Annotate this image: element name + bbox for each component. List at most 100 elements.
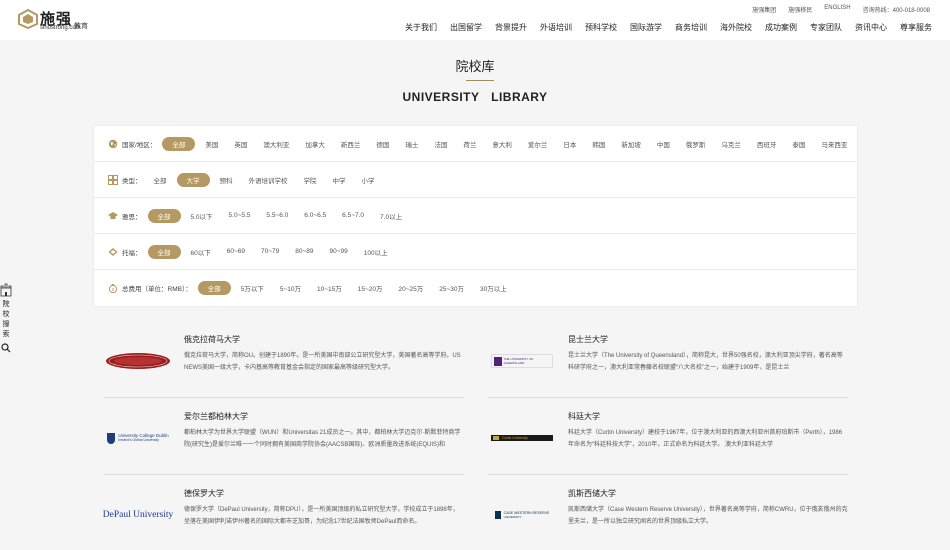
search-icon[interactable] [1,343,11,353]
main-nav: 关于我们 出国留学 背景提升 外语培训 预科学校 国际游学 商务培训 海外院校 … [392,22,932,33]
nav-item-language[interactable]: 外语培训 [540,22,572,33]
filter-option-type[interactable]: 外语培训学校 [243,173,294,187]
filter-option-cost[interactable]: 5~10万 [274,281,307,295]
filter-option-country[interactable]: 全部 [162,136,196,151]
filter-option-toefl[interactable]: 80~89 [289,246,319,257]
filter-option-ielts[interactable]: 5.5~6.0 [260,210,294,221]
filter-option-country[interactable]: 瑞士 [399,137,424,151]
nav-item-cases[interactable]: 成功案例 [765,22,797,33]
nav-item-study-tour[interactable]: 国际游学 [630,22,662,33]
university-name[interactable]: 凯斯西储大学 [568,488,616,499]
logo[interactable]: 施强 教育 sinostrong.com [18,8,88,31]
filter-option-type[interactable]: 中学 [327,173,352,187]
university-card-queensland[interactable]: THE UNIVERSITY OF QUEENSLAND 昆士兰大学 昆士兰大学… [488,334,848,398]
university-card-oklahoma[interactable]: 俄克拉荷马大学 俄克拉荷马大学，简称OU。创建于1890年。是一所美国中南部公立… [104,334,464,398]
university-card-ucd[interactable]: University College Dublin Ireland's Glob… [104,411,464,475]
university-card-curtin[interactable]: Curtin University 科廷大学 科廷大学（Curtin Unive… [488,411,848,475]
filter-options-type: 全部 大学 预科 外语培训学校 学院 中学 小学 [148,172,385,187]
side-search-widget[interactable]: 院校搜索 [0,283,12,353]
filter-option-ielts[interactable]: 5.0以下 [185,209,219,223]
filter-option-country[interactable]: 泰国 [786,137,811,151]
filter-option-country[interactable]: 日本 [557,137,582,151]
filter-option-country[interactable]: 法国 [428,137,453,151]
util-link-group[interactable]: 施强集团 [752,5,776,14]
university-name[interactable]: 俄克拉荷马大学 [184,334,240,345]
side-search-label[interactable]: 院校搜索 [2,300,10,340]
filter-option-country[interactable]: 爱尔兰 [522,137,554,151]
university-desc: 凯斯西储大学（Case Western Reserve University），… [568,507,848,525]
filter-option-toefl[interactable]: 70~79 [255,246,285,257]
filter-option-toefl[interactable]: 全部 [147,244,181,259]
university-name[interactable]: 科廷大学 [568,411,600,422]
filter-option-country[interactable]: 澳大利亚 [257,137,295,151]
nav-item-background[interactable]: 背景提升 [495,22,527,33]
logo-domain: sinostrong.com [40,25,81,31]
filter-option-cost[interactable]: 20~25万 [393,281,430,295]
university-desc: 科廷大学（Curtin University）建校于1967年，位于澳大利亚的西… [568,430,843,448]
filter-option-ielts[interactable]: 6.0~6.5 [298,210,332,221]
university-card-depaul[interactable]: DePaul University 德保罗大学 德保罗大学（DePaul Uni… [103,488,464,550]
title-divider [466,80,494,81]
filter-options-country: 全部 美国 英国 澳大利亚 加拿大 新西兰 德国 瑞士 法国 荷兰 意大利 爱尔兰 日本 韩国 新加坡 中国俄… [162,136,857,151]
filter-option-cost[interactable]: 10~15万 [311,281,348,295]
nav-item-vip[interactable]: 尊享服务 [900,22,932,33]
university-desc: 昆士兰大学（The University of Queensland），简称昆大… [568,353,843,371]
filter-option-ielts[interactable]: 5.0~5.5 [223,210,257,221]
filter-row-ielts: 雅思： 全部 5.0以下 5.0~5.5 5.5~6.0 6.0~6.5 6.5~7.0 7… [94,198,857,234]
filter-option-country[interactable]: 荷兰 [457,137,482,151]
svg-text:¥: ¥ [112,287,115,292]
page-subtitle: UNIVERSITY LIBRARY [402,90,548,104]
university-logo: THE UNIVERSITY OF QUEENSLAND [488,346,556,376]
filter-option-type[interactable]: 小学 [356,173,381,187]
university-name[interactable]: 昆士兰大学 [568,334,608,345]
filter-option-ielts[interactable]: 6.5~7.0 [336,210,370,221]
university-logo: CASE WESTERN RESERVE UNIVERSITY [488,500,556,530]
nav-item-experts[interactable]: 专家团队 [810,22,842,33]
nav-item-about[interactable]: 关于我们 [405,22,437,33]
filter-option-country[interactable]: 美国 [199,137,224,151]
filter-option-country[interactable]: 乌克兰 [715,137,747,151]
util-link-english[interactable]: ENGLISH [824,5,850,14]
nav-item-overseas-schools[interactable]: 海外院校 [720,22,752,33]
university-name[interactable]: 爱尔兰都柏林大学 [184,411,248,422]
filter-option-country[interactable]: 马来西亚 [815,137,853,151]
filter-option-country[interactable]: 西班牙 [751,137,783,151]
nav-item-prep-school[interactable]: 预科学校 [585,22,617,33]
nav-item-business[interactable]: 商务培训 [675,22,707,33]
curtin-crest-icon [493,436,499,440]
filter-option-country[interactable]: 德国 [370,137,395,151]
filter-option-toefl[interactable]: 60~69 [221,246,251,257]
filter-option-country[interactable]: 新加坡 [615,137,647,151]
util-link-immigration[interactable]: 施强移民 [788,5,812,14]
filter-option-cost[interactable]: 15~20万 [352,281,389,295]
filter-option-type[interactable]: 大学 [176,172,210,187]
filter-option-ielts[interactable]: 全部 [147,208,181,223]
filter-option-toefl[interactable]: 60以下 [185,245,217,259]
filter-option-cost[interactable]: 5万以下 [235,281,270,295]
money-bag-icon: ¥ [108,284,118,293]
filter-option-type[interactable]: 预科 [214,173,239,187]
site-header: 施强 教育 sinostrong.com 施强集团 施强移民 ENGLISH 咨询… [0,0,950,40]
filter-option-type[interactable]: 全部 [148,173,173,187]
nav-item-study-abroad[interactable]: 出国留学 [450,22,482,33]
filter-option-toefl[interactable]: 90~99 [324,246,354,257]
university-name[interactable]: 德保罗大学 [184,488,224,499]
filter-label-toefl: 托福： [122,249,142,257]
filter-option-cost[interactable]: 25~30万 [433,281,470,295]
filter-option-country[interactable]: 韩国 [586,137,611,151]
filter-option-country[interactable]: 中国 [651,137,676,151]
filter-option-cost[interactable]: 30万以上 [474,281,513,295]
filter-options-toefl: 全部 60以下 60~69 70~79 80~89 90~99 100以上 [147,244,398,259]
university-desc: 德保罗大学（DePaul University，简称DPU），是一所美国顶级的私… [184,507,459,525]
university-card-case-western[interactable]: CASE WESTERN RESERVE UNIVERSITY 凯斯西储大学 凯… [488,488,848,550]
filter-option-country[interactable]: 新西兰 [335,137,367,151]
filter-option-country[interactable]: 加拿大 [299,137,331,151]
filter-option-country[interactable]: 意大利 [486,137,518,151]
filter-option-country[interactable]: 俄罗斯 [680,137,712,151]
filter-option-ielts[interactable]: 7.0以上 [374,209,408,223]
filter-option-type[interactable]: 学院 [298,173,323,187]
filter-option-cost[interactable]: 全部 [197,281,231,295]
filter-option-toefl[interactable]: 100以上 [358,245,394,259]
filter-option-country[interactable]: 英国 [228,137,253,151]
nav-item-news[interactable]: 资讯中心 [855,22,887,33]
